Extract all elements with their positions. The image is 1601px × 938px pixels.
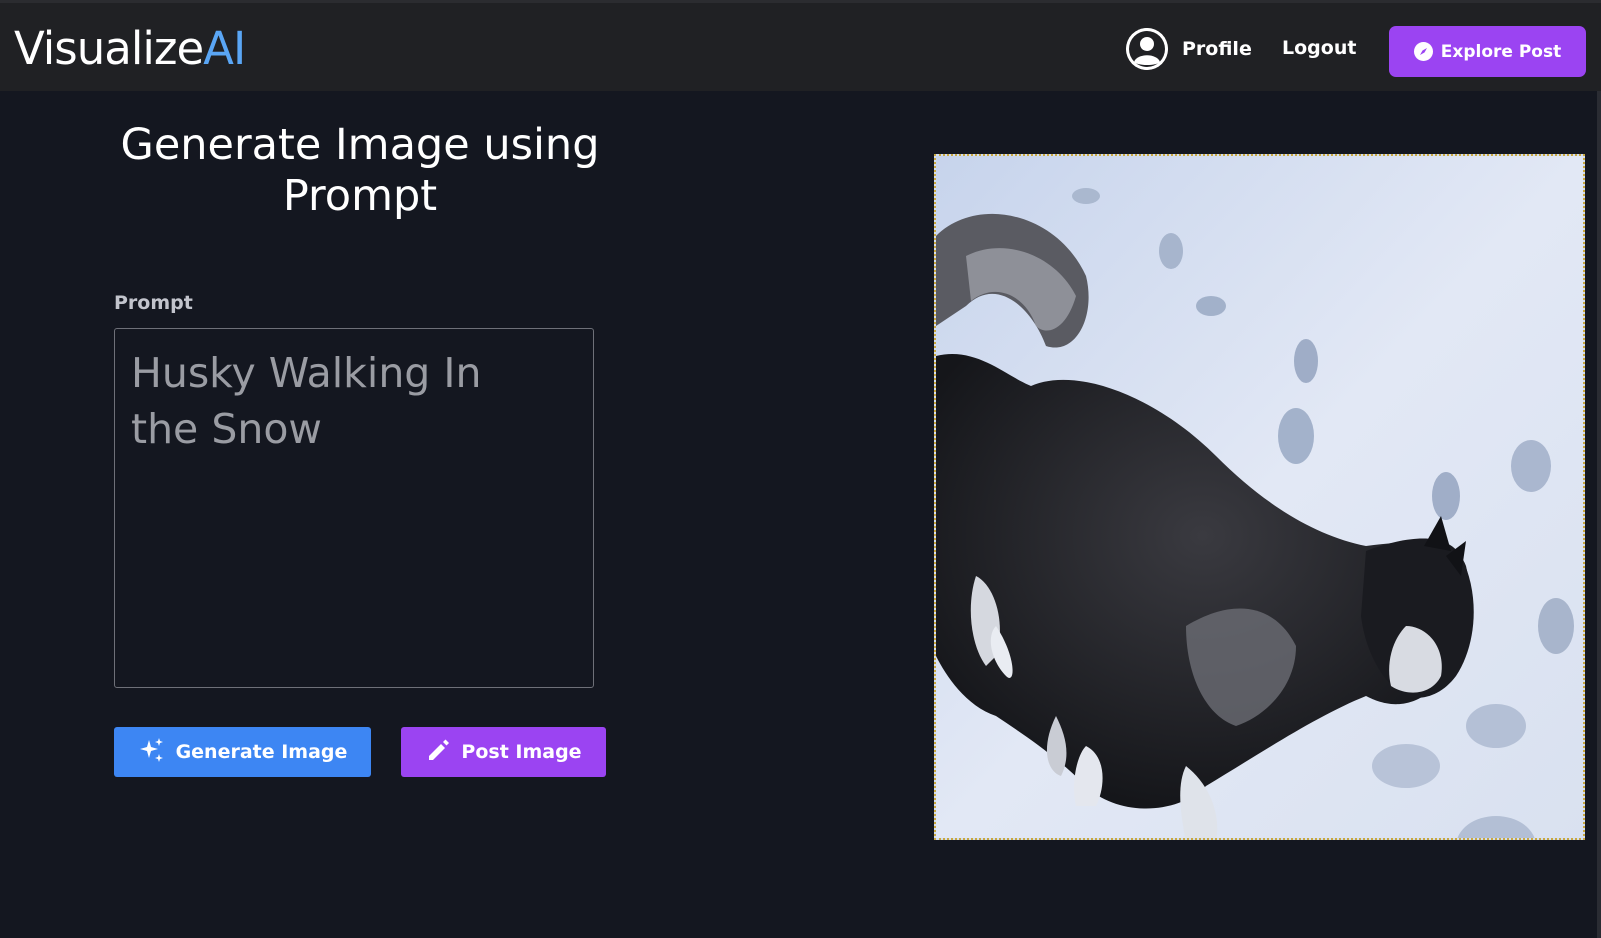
prompt-textarea[interactable]: Husky Walking In the Snow bbox=[114, 328, 594, 688]
user-circle-icon bbox=[1126, 28, 1168, 70]
app-logo[interactable]: VisualizeAI bbox=[14, 21, 246, 77]
page-title: Generate Image using Prompt bbox=[120, 120, 600, 221]
generate-image-button[interactable]: Generate Image bbox=[114, 727, 371, 777]
page-scrollbar[interactable] bbox=[1597, 91, 1601, 938]
profile-link[interactable]: Profile bbox=[1126, 27, 1252, 71]
logout-link[interactable]: Logout bbox=[1282, 37, 1356, 59]
post-image-button[interactable]: Post Image bbox=[401, 727, 606, 777]
post-image-label: Post Image bbox=[461, 741, 582, 763]
explore-post-button[interactable]: Explore Post bbox=[1389, 26, 1586, 77]
logo-main-text: Visualize bbox=[14, 22, 204, 75]
profile-label: Profile bbox=[1182, 38, 1252, 60]
sparkles-icon bbox=[138, 736, 166, 769]
top-navbar: VisualizeAI Profile Logout Explore Post bbox=[0, 0, 1601, 91]
compass-icon bbox=[1413, 42, 1433, 61]
prompt-text: Husky Walking In the Snow bbox=[131, 349, 482, 453]
pencil-icon bbox=[425, 737, 451, 768]
generated-image-preview bbox=[934, 154, 1585, 840]
generate-image-label: Generate Image bbox=[175, 741, 348, 763]
prompt-label: Prompt bbox=[114, 292, 193, 314]
logo-accent-text: AI bbox=[203, 22, 246, 75]
explore-post-label: Explore Post bbox=[1440, 41, 1562, 62]
